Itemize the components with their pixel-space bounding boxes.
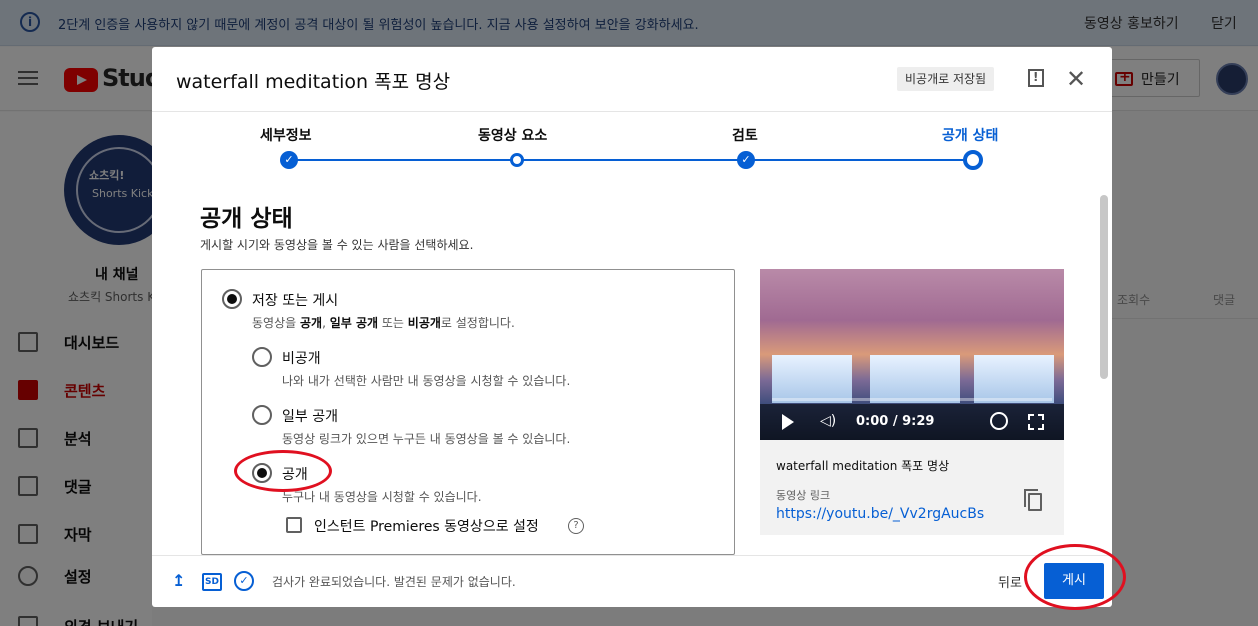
unlisted-radio[interactable]: [252, 405, 272, 425]
copy-icon[interactable]: [1024, 489, 1042, 511]
section-subtitle: 게시할 시기와 동영상을 볼 수 있는 사람을 선택하세요.: [200, 238, 474, 252]
step-current-dot-icon[interactable]: [963, 150, 983, 170]
scrollbar[interactable]: [1100, 195, 1108, 379]
report-icon[interactable]: [1028, 69, 1044, 87]
annotation-circle: [234, 450, 332, 492]
upload-icon[interactable]: ↥: [172, 571, 186, 591]
help-icon[interactable]: ?: [568, 518, 584, 534]
step-video-elements[interactable]: 동영상 요소: [478, 125, 547, 145]
dialog-title: waterfall meditation 폭포 명상: [176, 71, 451, 93]
premiere-checkbox[interactable]: [286, 517, 302, 533]
waterfall-image-part: [870, 355, 960, 403]
private-desc: 나와 내가 선택한 사람만 내 동영상을 시청할 수 있습니다.: [282, 374, 571, 388]
unlisted-title: 일부 공개: [282, 409, 338, 425]
close-icon[interactable]: ✕: [1066, 67, 1086, 91]
public-desc: 누구나 내 동영상을 시청할 수 있습니다.: [282, 490, 482, 504]
step-visited-dot-icon[interactable]: [510, 153, 524, 167]
divider: [152, 111, 1112, 112]
checks-status: 검사가 완료되었습니다. 발견된 문제가 없습니다.: [272, 575, 516, 589]
unlisted-desc: 동영상 링크가 있으면 누구든 내 동영상을 볼 수 있습니다.: [282, 432, 571, 446]
video-title: waterfall meditation 폭포 명상: [776, 459, 950, 473]
private-title: 비공개: [282, 351, 321, 367]
check-icon[interactable]: ✓: [234, 571, 254, 591]
private-radio[interactable]: [252, 347, 272, 367]
video-preview-card: ◁) 0:00 / 9:29 waterfall meditation 폭포 명…: [760, 269, 1064, 535]
saved-status-badge: 비공개로 저장됨: [897, 67, 995, 91]
waterfall-image-part: [974, 355, 1054, 403]
video-link[interactable]: https://youtu.be/_Vv2rgAucBs: [776, 506, 984, 522]
save-publish-title: 저장 또는 게시: [252, 293, 339, 309]
waterfall-image-part: [772, 355, 852, 403]
step-done-check-icon[interactable]: ✓: [280, 151, 298, 169]
save-publish-desc: 동영상을 공개, 일부 공개 또는 비공개로 설정합니다.: [252, 316, 515, 330]
progress-bar[interactable]: [772, 398, 1052, 401]
premiere-label: 인스턴트 Premieres 동영상으로 설정: [314, 519, 539, 535]
stepper-track: [289, 159, 974, 161]
play-icon[interactable]: [782, 414, 794, 430]
sd-icon[interactable]: SD: [202, 573, 222, 591]
visibility-options-box: 저장 또는 게시 동영상을 공개, 일부 공개 또는 비공개로 설정합니다. 비…: [201, 269, 735, 555]
video-link-label: 동영상 링크: [776, 489, 831, 502]
player-time: 0:00 / 9:29: [856, 414, 935, 429]
volume-icon[interactable]: ◁): [820, 413, 838, 431]
section-title: 공개 상태: [200, 206, 293, 232]
step-checks[interactable]: 검토: [732, 125, 758, 145]
step-done-check-icon[interactable]: ✓: [737, 151, 755, 169]
step-visibility[interactable]: 공개 상태: [942, 125, 998, 145]
back-button[interactable]: 뒤로: [998, 572, 1022, 591]
video-thumbnail[interactable]: ◁) 0:00 / 9:29: [760, 269, 1064, 440]
fullscreen-icon[interactable]: [1028, 414, 1044, 430]
gear-icon[interactable]: [990, 412, 1008, 430]
step-details[interactable]: 세부정보: [260, 125, 312, 145]
player-controls: ◁) 0:00 / 9:29: [760, 398, 1064, 440]
divider: [152, 555, 1112, 556]
upload-dialog: waterfall meditation 폭포 명상 비공개로 저장됨 ✕ 세부…: [152, 47, 1112, 607]
save-publish-radio[interactable]: [222, 289, 242, 309]
annotation-circle: [1024, 544, 1126, 610]
